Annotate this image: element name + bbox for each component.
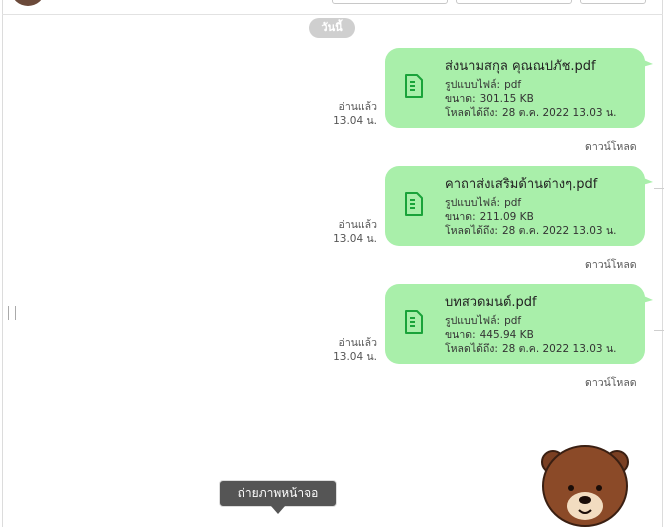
file-expiry: โหลดได้ถึง: 28 ต.ค. 2022 13.03 น.	[445, 107, 617, 119]
file-document-icon	[405, 310, 423, 334]
read-label: อ่านแล้ว	[338, 337, 377, 349]
tooltip-arrow	[271, 506, 285, 514]
message-time: 13.04 น.	[333, 233, 377, 245]
header-button-3[interactable]	[580, 0, 646, 4]
bubble-tail	[639, 294, 653, 304]
download-link[interactable]: ดาวน์โหลด	[585, 256, 637, 273]
date-separator: วันนี้	[309, 18, 355, 38]
file-expiry: โหลดได้ถึง: 28 ต.ค. 2022 13.03 น.	[445, 225, 617, 237]
file-expiry: โหลดได้ถึง: 28 ต.ค. 2022 13.03 น.	[445, 343, 617, 355]
avatar[interactable]	[12, 0, 44, 6]
file-document-icon	[405, 192, 423, 216]
read-status: อ่านแล้ว 13.04 น.	[333, 336, 377, 364]
read-label: อ่านแล้ว	[338, 219, 377, 231]
file-name: ส่งนามสกุล คุณณปภัช.pdf	[445, 59, 596, 74]
bubble-tail	[639, 58, 653, 68]
resize-grip-icon[interactable]	[8, 306, 16, 320]
screenshot-tooltip: ถ่ายภาพหน้าจอ	[219, 480, 337, 507]
divider	[654, 330, 664, 331]
file-name: บทสวดมนต์.pdf	[445, 295, 537, 310]
file-name: คาถาส่งเสริมด้านต่างๆ.pdf	[445, 177, 598, 192]
file-bubble[interactable]: บทสวดมนต์.pdf รูปแบบไฟล์: pdf ขนาด: 445.94…	[385, 284, 645, 364]
bubble-tail	[639, 176, 653, 186]
file-message: อ่านแล้ว 13.04 น. บทสวดมนต์.pdf รูปแบบไฟ…	[0, 284, 665, 402]
message-time: 13.04 น.	[333, 115, 377, 127]
read-status: อ่านแล้ว 13.04 น.	[333, 100, 377, 128]
bear-sticker-icon[interactable]	[535, 440, 635, 530]
header-button-2[interactable]	[456, 0, 572, 4]
divider	[654, 188, 664, 189]
message-time: 13.04 น.	[333, 351, 377, 363]
file-message: อ่านแล้ว 13.04 น. คาถาส่งเสริมด้านต่างๆ.…	[0, 166, 665, 284]
download-link[interactable]: ดาวน์โหลด	[585, 138, 637, 155]
file-bubble[interactable]: คาถาส่งเสริมด้านต่างๆ.pdf รูปแบบไฟล์: pdf…	[385, 166, 645, 246]
header-divider	[2, 14, 663, 15]
read-label: อ่านแล้ว	[338, 101, 377, 113]
file-message: อ่านแล้ว 13.04 น. ส่งนามสกุล คุณณปภัช.pd…	[0, 48, 665, 166]
header-button-1[interactable]	[332, 0, 448, 4]
file-bubble[interactable]: ส่งนามสกุล คุณณปภัช.pdf รูปแบบไฟล์: pdf ข…	[385, 48, 645, 128]
read-status: อ่านแล้ว 13.04 น.	[333, 218, 377, 246]
file-document-icon	[405, 74, 423, 98]
download-link[interactable]: ดาวน์โหลด	[585, 374, 637, 391]
